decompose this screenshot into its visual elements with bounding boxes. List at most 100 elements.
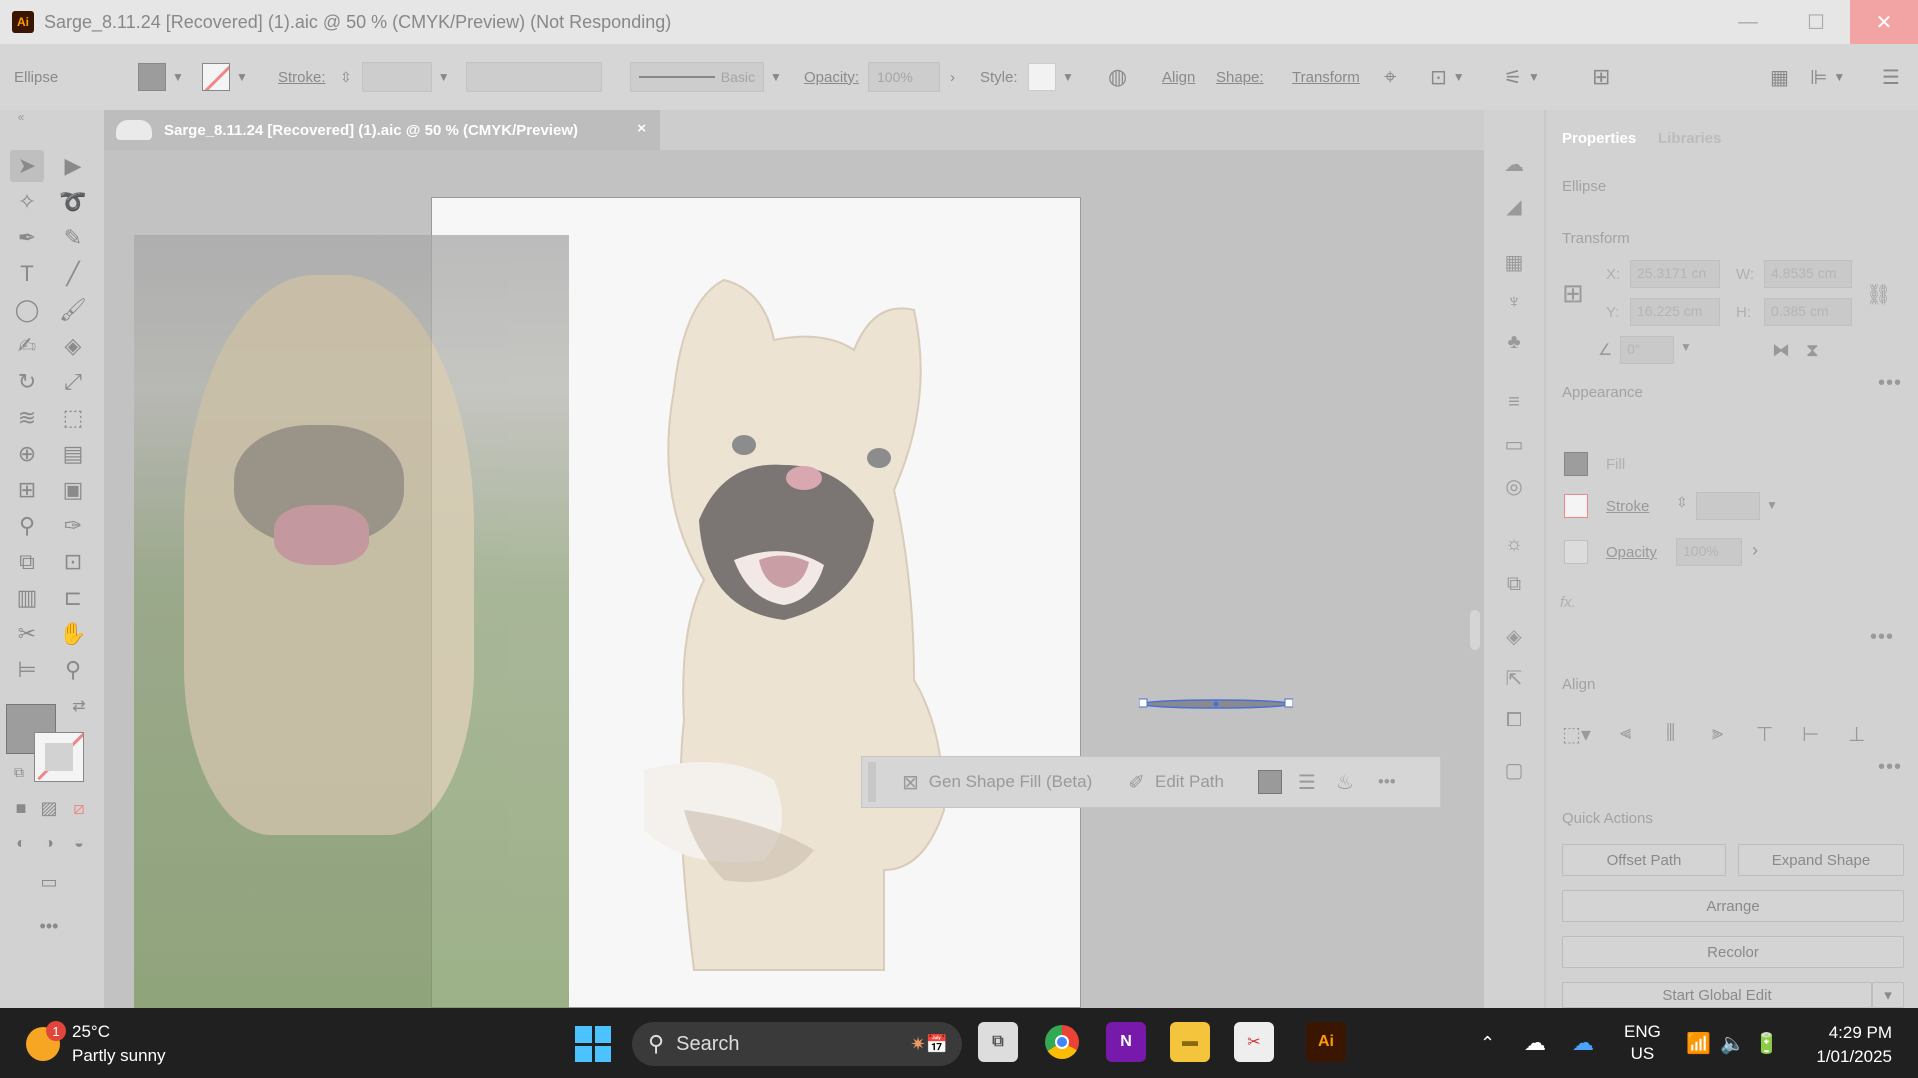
stroke-label[interactable]: Stroke <box>1606 498 1649 515</box>
y-input[interactable]: 16.225 cm <box>1630 298 1720 326</box>
warp-tool-icon[interactable]: ≋ <box>10 402 44 434</box>
gen-shape-fill-button[interactable]: Gen Shape Fill (Beta) <box>929 772 1092 792</box>
flip-horizontal-icon[interactable]: ⧓ <box>1772 340 1790 361</box>
stroke-swatch[interactable] <box>1564 494 1588 518</box>
scrollbar-thumb[interactable] <box>1470 610 1480 650</box>
expand-shape-button[interactable]: Expand Shape <box>1738 844 1904 876</box>
shaper-tool-icon[interactable]: ✍ <box>10 330 44 362</box>
image-trace-icon[interactable]: ⊞ <box>1592 44 1610 110</box>
magic-wand-tool-icon[interactable]: ✧ <box>10 186 44 218</box>
workspace-switcher-icon[interactable]: ⊫ ▼ <box>1810 44 1845 110</box>
chevron-right-icon[interactable]: › <box>1752 540 1758 561</box>
recolor-button[interactable]: Recolor <box>1562 936 1904 968</box>
swatches-panel-icon[interactable]: ▦ <box>1498 246 1530 278</box>
transform-link[interactable]: Transform <box>1292 44 1360 110</box>
stroke-color-box[interactable] <box>34 732 84 782</box>
brushes-panel-icon[interactable]: ♆ <box>1498 286 1530 318</box>
perspective-grid-tool-icon[interactable]: ▤ <box>56 438 90 470</box>
stroke-color-control[interactable]: ▼ <box>202 44 248 110</box>
onedrive-personal-icon[interactable]: ☁ <box>1524 1008 1546 1078</box>
default-fill-stroke-icon[interactable]: ⧉ <box>2 756 36 788</box>
battery-icon[interactable]: 🔋 <box>1754 1008 1779 1078</box>
reference-photo[interactable] <box>134 235 569 1008</box>
arrange-button[interactable]: Arrange <box>1562 890 1904 922</box>
align-top-icon[interactable]: ⊤ <box>1756 722 1773 747</box>
variable-width-profile[interactable] <box>466 44 602 110</box>
brush-select[interactable]: Basic <box>630 62 764 92</box>
direct-selection-tool-icon[interactable]: ▶ <box>56 150 90 182</box>
graphic-styles-panel-icon[interactable]: ⧉ <box>1498 568 1530 600</box>
transform-more-icon[interactable]: ••• <box>1878 372 1902 395</box>
width-profile-select[interactable] <box>466 62 602 92</box>
effects-fx-button[interactable]: fx. <box>1560 594 1576 611</box>
stroke-weight-input[interactable] <box>1696 492 1760 520</box>
file-explorer-icon[interactable]: ▬ <box>1170 1022 1210 1062</box>
select-similar-icon[interactable]: ⊡ ▼ <box>1430 44 1465 110</box>
canvas-area[interactable]: ⊠ Gen Shape Fill (Beta) ✐ Edit Path ☰ ♨ … <box>104 150 1484 1008</box>
chrome-app-icon[interactable] <box>1042 1022 1082 1062</box>
start-button[interactable] <box>575 1026 611 1062</box>
onenote-app-icon[interactable]: N <box>1106 1022 1146 1062</box>
chevron-down-icon[interactable]: ▼ <box>438 70 450 84</box>
show-hidden-icons[interactable]: ⌃ <box>1480 1008 1495 1078</box>
rotate-input[interactable]: 0° <box>1620 336 1674 364</box>
opacity-label[interactable]: Opacity <box>1606 544 1657 561</box>
w-input[interactable]: 4.8535 cm <box>1764 260 1852 288</box>
minimize-button[interactable]: — <box>1714 0 1782 44</box>
flip-vertical-icon[interactable]: ⧗ <box>1806 340 1819 361</box>
opacity-label[interactable]: Opacity: <box>804 44 859 110</box>
screen-mode-icon[interactable]: ▭ <box>32 866 66 898</box>
shape-link[interactable]: Shape: <box>1216 44 1264 110</box>
shape-builder-tool-icon[interactable]: ⊕ <box>10 438 44 470</box>
ellipse-tool-icon[interactable]: ◯ <box>10 294 44 326</box>
start-global-edit-button[interactable]: Start Global Edit <box>1562 982 1872 1008</box>
system-clock[interactable]: 4:29 PM 1/01/2025 <box>1816 1021 1892 1069</box>
rotate-tool-icon[interactable]: ↻ <box>10 366 44 398</box>
symbols-panel-icon[interactable]: ♣ <box>1498 326 1530 358</box>
align-left-icon[interactable]: ⫷ <box>1620 722 1631 745</box>
edit-toolbar-icon[interactable]: ••• <box>32 910 66 942</box>
column-graph-tool-icon[interactable]: ▥ <box>10 582 44 614</box>
hand-tool-icon[interactable]: ✋ <box>56 618 90 650</box>
draw-inside-icon[interactable]: ◒ <box>62 828 96 860</box>
maximize-button[interactable]: ☐ <box>1782 0 1850 44</box>
offset-path-button[interactable]: Offset Path <box>1562 844 1726 876</box>
align-to-icon[interactable]: ⬚▾ <box>1562 722 1591 747</box>
tab-libraries[interactable]: Libraries <box>1658 130 1721 147</box>
curvature-tool-icon[interactable]: ✎ <box>56 222 90 254</box>
puppet-warp-icon[interactable]: ⚟ ▼ <box>1504 44 1540 110</box>
wifi-icon[interactable]: 📶 <box>1686 1008 1711 1078</box>
onedrive-business-icon[interactable]: ☁ <box>1572 1008 1594 1078</box>
gradient-tool-icon[interactable]: ▣ <box>56 474 90 506</box>
tab-properties[interactable]: Properties <box>1562 130 1636 147</box>
stroke-swatch[interactable] <box>202 63 230 91</box>
type-tool-icon[interactable]: T <box>10 258 44 290</box>
x-input[interactable]: 25.3171 cn <box>1630 260 1720 288</box>
language-indicator[interactable]: ENG US <box>1624 1008 1661 1078</box>
line-segment-tool-icon[interactable]: ╱ <box>56 258 90 290</box>
recolor-icon[interactable]: ♨ <box>1336 770 1354 795</box>
align-horizontal-center-icon[interactable]: ⫼ <box>1666 722 1675 745</box>
chevron-right-icon[interactable]: › <box>950 69 955 86</box>
isolate-object-icon[interactable]: ⌖ <box>1384 44 1396 110</box>
fill-color-control[interactable]: ▼ <box>138 44 184 110</box>
volume-icon[interactable]: 🔈 <box>1720 1008 1745 1078</box>
chevron-down-icon[interactable]: ▼ <box>770 70 782 84</box>
stroke-weight-stepper[interactable]: ⇳ ▼ <box>340 44 450 110</box>
chevron-down-icon[interactable]: ▼ <box>1766 498 1778 512</box>
transparency-panel-icon[interactable]: ◎ <box>1498 470 1530 502</box>
style-swatch[interactable] <box>1028 63 1056 91</box>
draw-behind-icon[interactable]: ◑ <box>32 828 66 860</box>
zoom-tool-icon[interactable]: ⚲ <box>56 654 90 686</box>
close-button[interactable]: ✕ <box>1850 0 1918 44</box>
align-more-icon[interactable]: ••• <box>1878 756 1902 779</box>
swap-fill-stroke-icon[interactable]: ⇄ <box>62 690 96 722</box>
chevron-down-icon[interactable]: ▼ <box>1680 340 1692 354</box>
more-options-button[interactable]: ••• <box>1378 772 1396 792</box>
fill-swatch[interactable] <box>1564 452 1588 476</box>
pen-tool-icon[interactable]: ✒ <box>10 222 44 254</box>
layers-panel-icon[interactable]: ◈ <box>1498 620 1530 652</box>
align-vertical-center-icon[interactable]: ⊢ <box>1802 722 1819 747</box>
blend-tool-icon[interactable]: ⧉ <box>10 546 44 578</box>
fill-swatch[interactable] <box>138 63 166 91</box>
